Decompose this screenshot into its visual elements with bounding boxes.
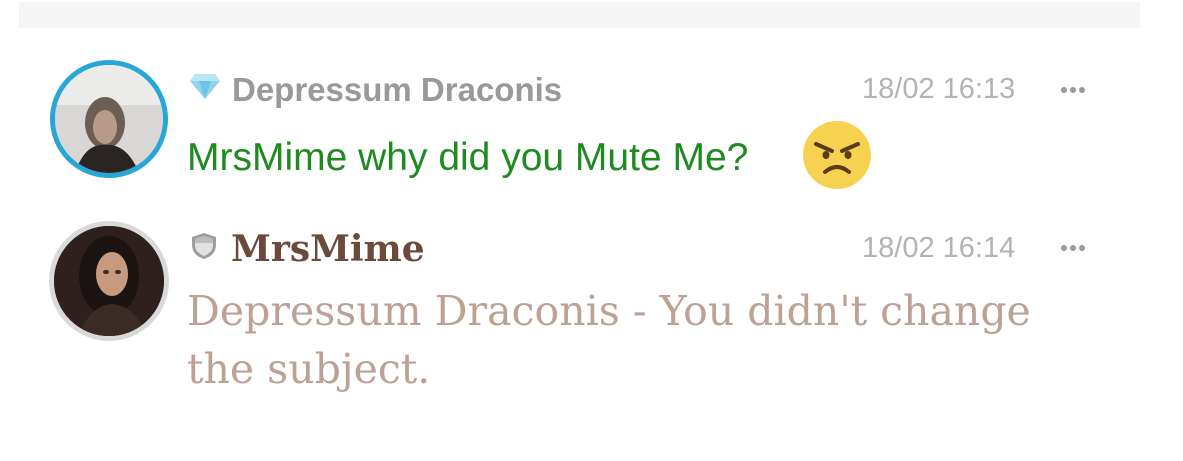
message-text: MrsMime why did you Mute Me? (187, 136, 749, 179)
chat-message: MrsMime 18/02 16:14 Depressum Draconis -… (0, 218, 1183, 408)
timestamp: 18/02 16:14 (862, 232, 1016, 264)
chat-message: Depressum Draconis 18/02 16:13 MrsMime w… (0, 58, 1183, 189)
avatar[interactable] (50, 60, 168, 178)
more-options-icon[interactable] (1059, 242, 1089, 252)
username[interactable]: MrsMime (231, 228, 425, 270)
message-text: Depressum Draconis - You didn't change t… (187, 287, 1031, 393)
avatar-photo (55, 65, 163, 173)
username[interactable]: Depressum Draconis (232, 71, 562, 109)
avatar-photo (54, 226, 164, 336)
shield-icon (189, 231, 219, 266)
top-divider-bar (19, 2, 1140, 28)
avatar[interactable] (49, 221, 169, 341)
more-options-icon[interactable] (1059, 84, 1089, 94)
angry-face-emoji (802, 120, 872, 195)
timestamp: 18/02 16:13 (862, 73, 1016, 105)
diamond-icon (189, 72, 221, 105)
